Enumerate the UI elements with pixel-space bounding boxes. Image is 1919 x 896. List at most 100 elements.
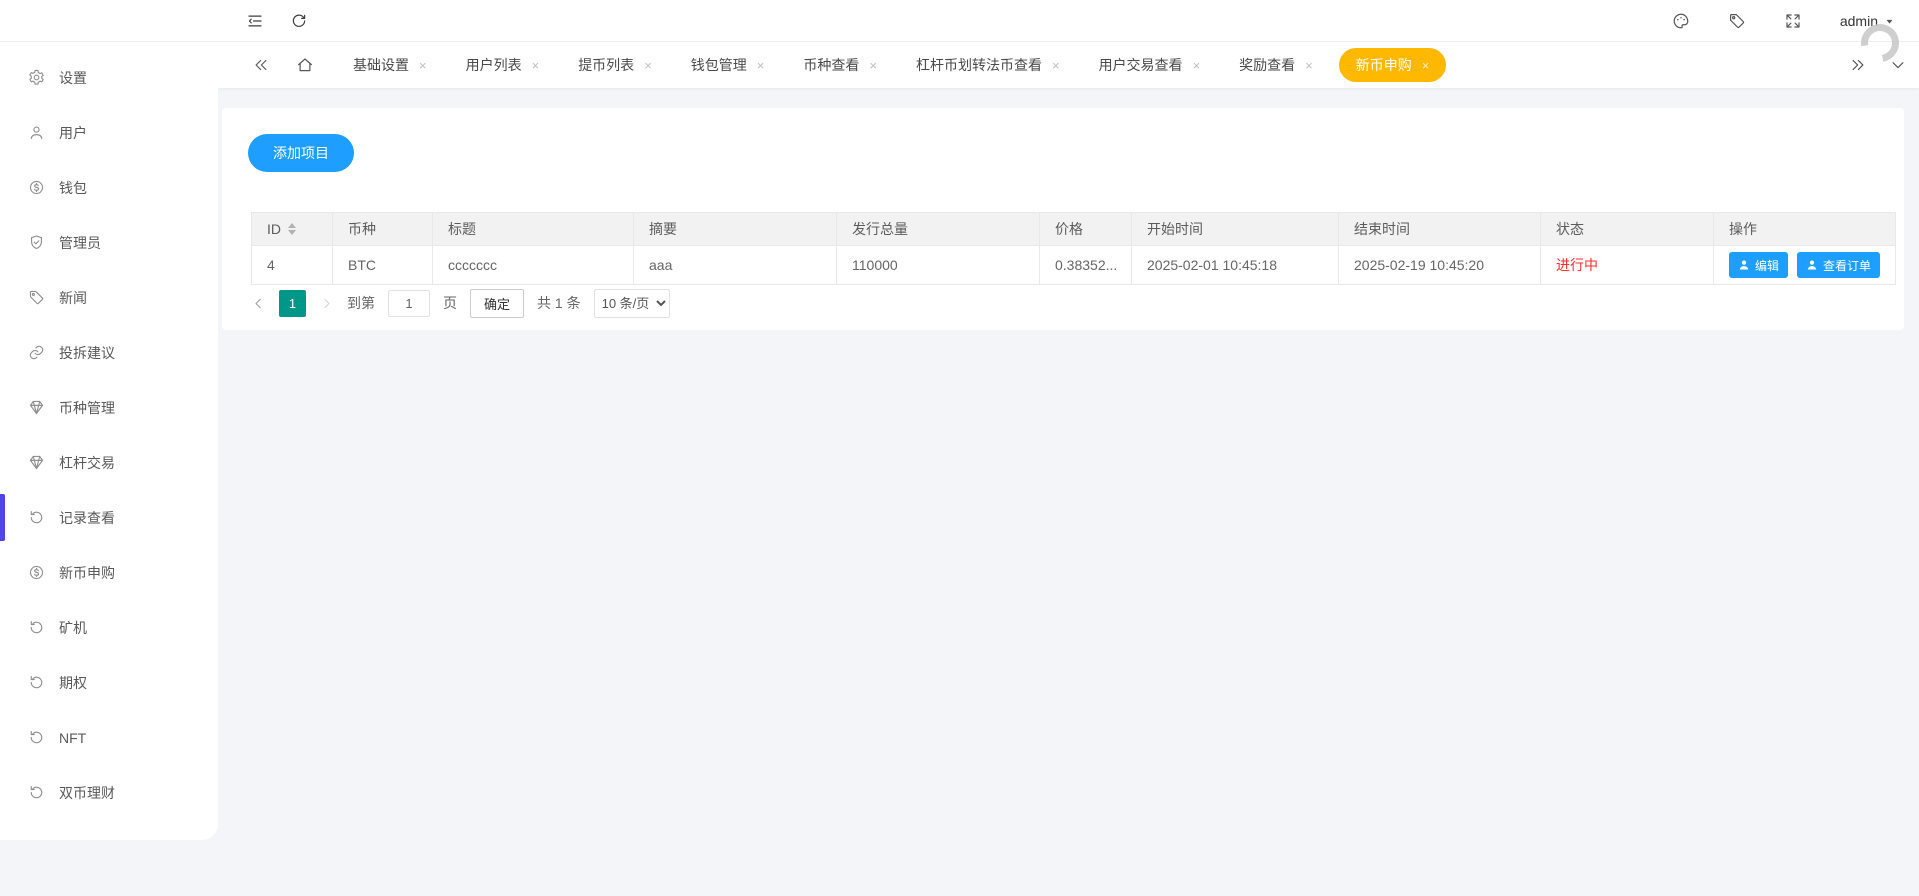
sidebar-item-options[interactable]: 期权 (0, 655, 218, 710)
sidebar-item-coin-manage[interactable]: 币种管理 (0, 380, 218, 435)
sidebar-item-users[interactable]: 用户 (0, 105, 218, 160)
tab-close-icon[interactable]: × (419, 59, 427, 72)
table-row: 4 BTC ccccccc aaa 110000 0.38352... 2025-02-01… (252, 245, 1895, 284)
active-indicator-bar (0, 494, 5, 541)
header-cell-label: 价格 (1055, 221, 1083, 237)
tab-label: 用户列表 (465, 57, 522, 73)
tabs-scroll-left-icon[interactable] (252, 56, 270, 74)
page-size-select[interactable]: 10 条/页 (593, 288, 670, 318)
sidebar-item-label: NFT (59, 729, 87, 746)
sidebar-item-feedback[interactable]: 投拆建议 (0, 325, 218, 380)
sidebar-item-label: 双币理财 (59, 784, 115, 801)
header-cell-label: ID (267, 221, 281, 237)
sidebar-item-admins[interactable]: 管理员 (0, 215, 218, 270)
tab-close-icon[interactable]: × (869, 59, 877, 72)
header-cell-title: 标题 (433, 213, 634, 245)
header-cell-id: ID (252, 213, 333, 245)
home-icon[interactable] (296, 56, 314, 74)
tab-withdraw-list[interactable]: 提币列表 × (565, 48, 665, 82)
tab-close-icon[interactable]: × (1052, 59, 1060, 72)
cell-title: ccccccc (433, 246, 634, 284)
tab-label: 基础设置 (353, 57, 409, 73)
coin-icon (28, 179, 45, 196)
tab-wallet-manage[interactable]: 钱包管理 × (678, 48, 778, 82)
sidebar-item-label: 期权 (59, 674, 87, 691)
gem-icon (28, 399, 45, 416)
goto-page-input[interactable] (388, 289, 430, 317)
tab-close-icon[interactable]: × (1422, 59, 1430, 72)
page-prev-icon[interactable] (251, 296, 266, 311)
tab-user-trade-view[interactable]: 用户交易查看 × (1086, 48, 1214, 82)
edit-button[interactable]: 编辑 (1729, 252, 1789, 278)
goto-page-prefix-label: 到第 (347, 295, 375, 311)
tab-close-icon[interactable]: × (1193, 59, 1201, 72)
header-cell-end-time: 结束时间 (1339, 213, 1541, 245)
header-cell-label: 开始时间 (1147, 221, 1203, 237)
tab-close-icon[interactable]: × (757, 59, 765, 72)
header-cell-start-time: 开始时间 (1132, 213, 1339, 245)
shield-icon (28, 234, 45, 251)
goto-confirm-button[interactable]: 确定 (470, 288, 525, 318)
tabs-scroll-right-icon[interactable] (1849, 56, 1867, 74)
sidebar-item-label: 用户 (59, 124, 87, 141)
tab-close-icon[interactable]: × (532, 59, 540, 72)
fullscreen-icon[interactable] (1784, 12, 1802, 30)
sidebar-item-miner[interactable]: 矿机 (0, 600, 218, 655)
sort-icon[interactable] (288, 223, 296, 235)
tab-reward-view[interactable]: 奖励查看 × (1226, 48, 1326, 82)
tab-margin-fiat-view[interactable]: 杠杆币划转法币查看 × (903, 48, 1073, 82)
history-icon (28, 619, 45, 636)
pagination: 1 到第 页 确定 共 1 条 10 条/页 (251, 284, 670, 322)
tab-label: 新币申购 (1355, 57, 1412, 73)
tab-bar: 基础设置 × 用户列表 × 提币列表 × 钱包管理 × 币种查看 × 杠杆币划转法币查看 × 用户交易查… (218, 42, 1919, 88)
tabs-menu-chevron-down-icon[interactable] (1889, 56, 1907, 74)
cell-status: 进行中 (1541, 246, 1714, 284)
view-orders-button[interactable]: 查看订单 (1797, 252, 1881, 278)
tab-list: 基础设置 × 用户列表 × 提币列表 × 钱包管理 × 币种查看 × 杠杆币划转法币查看 × 用户交易查… (340, 42, 1459, 88)
tab-new-coin-subscribe[interactable]: 新币申购 × (1338, 48, 1447, 82)
history-icon (28, 509, 45, 526)
header-cell-label: 币种 (348, 221, 376, 237)
page-next-icon[interactable] (319, 296, 334, 311)
sidebar-item-records[interactable]: 记录查看 (0, 490, 218, 545)
tab-close-icon[interactable]: × (644, 59, 652, 72)
header-cell-status: 状态 (1541, 213, 1714, 245)
gear-icon (28, 69, 45, 86)
sidebar-item-margin-trade[interactable]: 杠杆交易 (0, 435, 218, 490)
page-number-current[interactable]: 1 (279, 289, 306, 317)
fold-menu-icon[interactable] (246, 12, 264, 30)
tab-label: 杠杆币划转法币查看 (915, 57, 1042, 73)
add-project-button[interactable]: 添加项目 (248, 134, 354, 172)
sidebar-item-label: 新币申购 (59, 564, 115, 581)
header-cell-label: 结束时间 (1354, 221, 1410, 237)
sidebar-item-wallet[interactable]: 钱包 (0, 160, 218, 215)
refresh-icon[interactable] (290, 12, 308, 30)
tag-icon[interactable] (1728, 12, 1746, 30)
person-icon (1806, 259, 1818, 271)
table-header-row: ID 币种 标题 摘要 发行总量 价格 开始时间 结束时间 状态 操作 (252, 213, 1895, 245)
cell-start-time: 2025-02-01 10:45:18 (1132, 246, 1339, 284)
sidebar-item-new-coin[interactable]: 新币申购 (0, 545, 218, 600)
sidebar-menu: 设置用户钱包管理员新闻 投拆建议 币种管理杠杆交易记录查看新币申购矿机期权 NFT 双币… (0, 50, 218, 820)
tab-coin-view[interactable]: 币种查看 × (790, 48, 890, 82)
tab-label: 币种查看 (803, 57, 860, 73)
cell-end-time: 2025-02-19 10:45:20 (1339, 246, 1541, 284)
sidebar-item-nft[interactable]: NFT (0, 710, 218, 765)
cell-total-supply: 110000 (837, 246, 1040, 284)
action-button-label: 编辑 (1755, 258, 1780, 273)
sidebar-item-label: 管理员 (59, 234, 101, 251)
sidebar-item-label: 杠杆交易 (59, 454, 115, 471)
theme-palette-icon[interactable] (1672, 12, 1690, 30)
tab-close-icon[interactable]: × (1305, 59, 1313, 72)
sidebar-item-news[interactable]: 新闻 (0, 270, 218, 325)
header-cell-label: 状态 (1556, 221, 1584, 237)
tab-basic-settings[interactable]: 基础设置 × (340, 48, 440, 82)
user-icon (28, 124, 45, 141)
content-panel: 添加项目 ID 币种 标题 摘要 发行总量 价格 开始时间 结束时间 状态 操作 4 BTC ccccc… (222, 108, 1904, 330)
data-table: ID 币种 标题 摘要 发行总量 价格 开始时间 结束时间 状态 操作 4 BTC ccccccc aaa… (251, 212, 1896, 285)
tab-user-list[interactable]: 用户列表 × (453, 48, 553, 82)
header-cell-label: 摘要 (649, 221, 677, 237)
sidebar-item-settings[interactable]: 设置 (0, 50, 218, 105)
coin-icon (28, 564, 45, 581)
sidebar-item-dual-invest[interactable]: 双币理财 (0, 765, 218, 820)
